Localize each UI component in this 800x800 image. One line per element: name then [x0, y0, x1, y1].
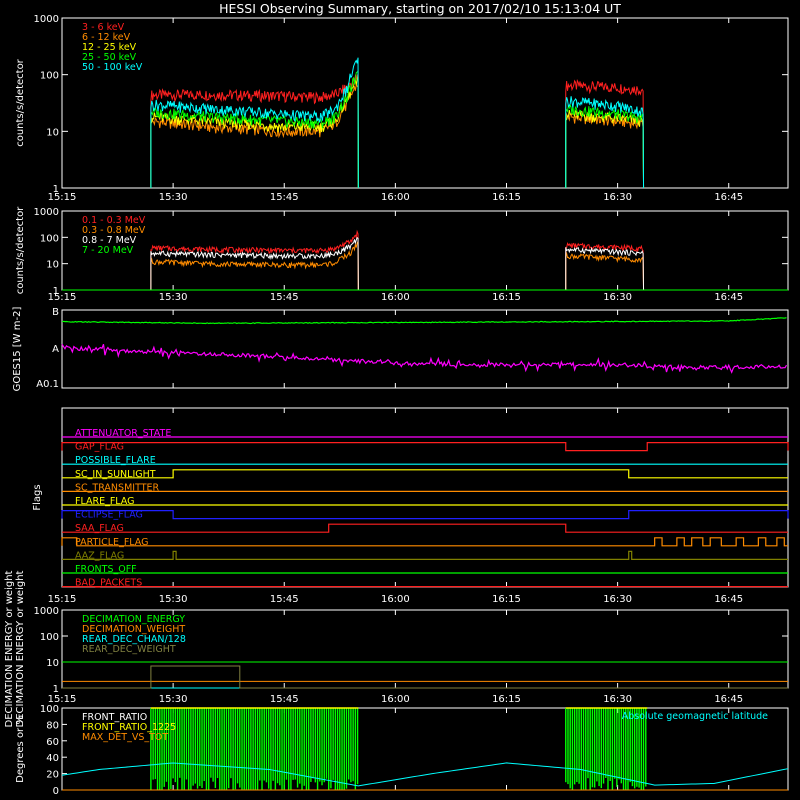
y-tick-label: 1 [53, 684, 59, 695]
y-tick-label: 10 [46, 658, 59, 669]
series-line [565, 246, 645, 291]
legend-entry: 50 - 100 keV [82, 62, 143, 73]
y-tick-label: 1000 [34, 207, 59, 218]
flag-line [61, 510, 789, 520]
y-tick-label: 0 [53, 786, 59, 797]
flag-line [62, 523, 788, 533]
series-line [150, 229, 359, 291]
flag-label: SC_IN_SUNLIGHT [75, 469, 156, 480]
x-tick-label: 16:45 [714, 594, 743, 605]
flag-label: ATTENUATOR_STATE [75, 428, 171, 439]
y-axis-label: GOES15 [W m-2] [12, 307, 23, 392]
x-tick-label: 15:30 [159, 292, 188, 303]
panel-2: 15:15 15:30 15:45 16:00 16:15 16:30 16:4511010… [15, 206, 789, 303]
figure-title: HESSI Observing Summary, starting on 201… [219, 1, 621, 16]
y-axis-label-line2: DECIMATION ENERGY or weight [4, 570, 15, 727]
y-tick-label: B [52, 307, 59, 318]
x-tick-label: 16:00 [381, 594, 410, 605]
y-tick-label: 10 [46, 127, 59, 138]
y-axis-label: counts/s/detector [15, 206, 26, 294]
x-tick-label: 16:45 [714, 694, 743, 705]
flag-label: SC_TRANSMITTER [75, 482, 160, 493]
y-tick-label: 1000 [34, 14, 59, 25]
panel-1: 15:15 15:30 15:45 16:00 16:15 16:30 16:4511010… [15, 14, 789, 203]
x-tick-label: 15:15 [48, 594, 77, 605]
x-tick-label: 16:45 [714, 192, 743, 203]
y-tick-label: 100 [40, 704, 59, 715]
x-tick-label: 15:45 [270, 292, 299, 303]
flag-label: BAD_PACKETS [75, 578, 142, 589]
x-tick-label: 16:15 [492, 192, 521, 203]
series-line [565, 251, 645, 291]
flag-line [62, 550, 788, 561]
series-line [62, 665, 788, 689]
series-line [565, 79, 645, 189]
y-tick-label: 1 [53, 184, 59, 195]
goes-series-line [61, 343, 788, 374]
x-tick-label: 16:15 [492, 694, 521, 705]
x-tick-label: 15:45 [270, 694, 299, 705]
x-tick-label: 15:45 [270, 594, 299, 605]
y-axis-label: DECIMATION ENERGY or weight [15, 570, 26, 727]
x-tick-label: 15:30 [159, 694, 188, 705]
x-tick-label: 15:30 [159, 192, 188, 203]
y-tick-label: A [52, 344, 59, 355]
x-tick-label: 16:00 [381, 192, 410, 203]
flag-line [61, 537, 788, 547]
goes-series-line [61, 317, 787, 325]
y-tick-label: 10 [46, 260, 59, 271]
y-axis-label: Degrees or % [15, 715, 26, 783]
x-tick-label: 15:45 [270, 192, 299, 203]
y-axis-label: Flags [32, 484, 43, 510]
series-line [565, 112, 645, 189]
legend-entry: MAX_DET_VS_TOT [82, 732, 168, 743]
y-tick-label: A0.1 [36, 379, 59, 390]
flag-label: AAZ_FLAG [75, 550, 124, 561]
x-tick-label: 16:15 [492, 292, 521, 303]
y-axis-label: counts/s/detector [15, 58, 26, 146]
flag-label: PARTICLE_FLAG [75, 537, 148, 548]
series-line [150, 240, 359, 291]
y-tick-label: 40 [46, 753, 59, 764]
geomagnetic-annotation: Absolute geomagnetic latitude [622, 711, 768, 722]
summary-figure: HESSI Observing Summary, starting on 201… [4, 1, 789, 797]
flag-label: POSSIBLE_FLARE [75, 455, 156, 466]
legend-entry: REAR_DEC_WEIGHT [82, 644, 176, 655]
x-tick-label: 16:30 [603, 694, 632, 705]
flag-label: FLARE_FLAG [75, 496, 135, 507]
x-tick-label: 16:45 [714, 292, 743, 303]
flag-line [61, 442, 789, 452]
panel-frame [61, 309, 789, 389]
x-tick-label: 16:00 [381, 694, 410, 705]
flag-label: ECLIPSE_FLAG [75, 510, 143, 521]
flag-label: FRONTS_OFF [75, 564, 137, 575]
panel-4: 15:15 15:30 15:45 16:00 16:15 16:30 16:45 Flags… [32, 407, 789, 605]
panel-3: B A A0.1 GOES15 [W m-2] [12, 307, 789, 392]
y-tick-label: 20 [46, 770, 59, 781]
x-tick-label: 15:30 [159, 594, 188, 605]
y-tick-label: 80 [46, 720, 59, 731]
flag-label: GAP_FLAG [75, 442, 124, 453]
x-tick-label: 16:30 [603, 594, 632, 605]
x-tick-label: 16:30 [603, 192, 632, 203]
legend-entry: 7 - 20 MeV [82, 245, 134, 256]
y-tick-label: 1 [53, 286, 59, 297]
y-tick-label: 100 [40, 632, 59, 643]
y-tick-label: 60 [46, 737, 59, 748]
panel-6: 020406080100Degrees or % FRONT_RATIOFRONT… [15, 704, 789, 797]
x-tick-label: 16:30 [603, 292, 632, 303]
series-line [565, 96, 645, 189]
flag-label: SAA_FLAG [75, 523, 124, 534]
x-tick-label: 16:00 [381, 292, 410, 303]
flag-line [62, 469, 788, 479]
y-tick-label: 100 [40, 71, 59, 82]
y-tick-label: 100 [40, 233, 59, 244]
x-tick-label: 16:15 [492, 594, 521, 605]
series-line [150, 84, 359, 189]
y-tick-label: 1000 [34, 606, 59, 617]
